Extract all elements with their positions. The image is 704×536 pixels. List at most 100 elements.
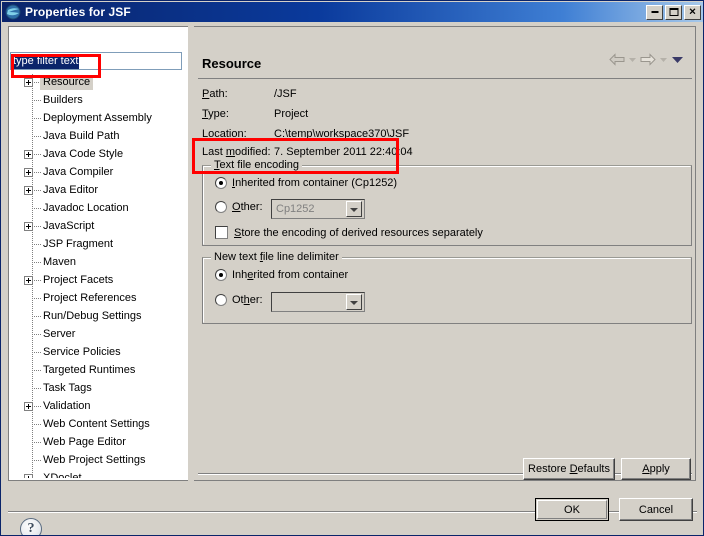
maximize-button[interactable] — [665, 4, 682, 20]
sidebar-item-web-page-editor[interactable]: Web Page Editor — [10, 434, 188, 452]
sidebar-item-label: Server — [43, 328, 76, 340]
sidebar-item-deployment-assembly[interactable]: Deployment Assembly — [10, 110, 188, 128]
tree-connector-line — [34, 316, 41, 317]
close-icon: ✕ — [688, 6, 697, 17]
text-file-encoding-group: Text file encoding Inherited from contai… — [202, 159, 692, 246]
sidebar-item-label: Resource — [40, 75, 94, 90]
radio-indicator — [215, 177, 227, 189]
sidebar-item-maven[interactable]: Maven — [10, 254, 188, 272]
sidebar-item-label: Web Content Settings — [43, 418, 150, 430]
ok-button[interactable]: OK — [535, 498, 609, 521]
tree-connector-line — [34, 244, 41, 245]
property-label-type: Type: — [202, 108, 229, 120]
help-button[interactable]: ? — [20, 518, 42, 535]
sidebar-item-label: Service Policies — [43, 346, 121, 358]
delimiter-other-radio[interactable]: Other: — [215, 294, 263, 306]
encoding-other-radio[interactable]: Other: — [215, 201, 263, 213]
expand-plus-icon[interactable] — [24, 78, 33, 87]
chevron-down-icon[interactable] — [346, 294, 362, 310]
eclipse-sphere-icon — [5, 4, 21, 20]
forward-arrow-icon[interactable] — [640, 53, 656, 66]
sidebar-item-java-compiler[interactable]: Java Compiler — [10, 164, 188, 182]
sidebar-item-service-policies[interactable]: Service Policies — [10, 344, 188, 362]
sidebar-item-java-code-style[interactable]: Java Code Style — [10, 146, 188, 164]
text-file-encoding-group-title: Text file encoding — [211, 159, 302, 171]
close-button[interactable]: ✕ — [684, 4, 701, 20]
sidebar-item-java-editor[interactable]: Java Editor — [10, 182, 188, 200]
expand-plus-icon[interactable] — [24, 402, 33, 411]
view-menu-caret-icon[interactable] — [671, 54, 684, 65]
delimiter-other-combo[interactable] — [271, 292, 365, 312]
expand-plus-icon[interactable] — [24, 222, 33, 231]
encoding-inherited-radio[interactable]: Inherited from container (Cp1252) — [215, 177, 397, 189]
expand-plus-icon[interactable] — [24, 168, 33, 177]
tree-connector-line — [34, 424, 41, 425]
expand-plus-icon[interactable] — [24, 186, 33, 195]
sidebar-item-label: Maven — [43, 256, 77, 268]
encoding-other-label: Other: — [232, 201, 263, 213]
delimiter-inherited-radio[interactable]: Inherited from container — [215, 269, 348, 281]
store-encoding-label: Store the encoding of derived resources … — [234, 226, 483, 239]
cancel-label: Cancel — [638, 503, 674, 516]
sidebar-item-targeted-runtimes[interactable]: Targeted Runtimes — [10, 362, 188, 380]
tree-connector-line — [34, 190, 41, 191]
back-arrow-icon[interactable] — [609, 53, 625, 66]
encoding-other-combo[interactable]: Cp1252 — [271, 199, 365, 219]
expand-plus-icon[interactable] — [24, 276, 33, 285]
sidebar-item-javadoc-location[interactable]: Javadoc Location — [10, 200, 188, 218]
sidebar-item-java-build-path[interactable]: Java Build Path — [10, 128, 188, 146]
forward-history-caret-icon[interactable] — [659, 55, 668, 64]
tree-connector-line — [34, 118, 41, 119]
sidebar-item-label: Task Tags — [43, 382, 92, 394]
sidebar-item-server[interactable]: Server — [10, 326, 188, 344]
filter-input[interactable]: type filter text — [10, 52, 182, 70]
delimiter-inherited-label: Inherited from container — [232, 269, 349, 281]
sidebar-item-web-project-settings[interactable]: Web Project Settings — [10, 452, 188, 470]
minimize-icon — [651, 11, 658, 13]
settings-tree[interactable]: Resource Builders Deployment Assembly Java … — [10, 74, 188, 478]
tree-connector-line — [34, 352, 41, 353]
sidebar-item-jsp-fragment[interactable]: JSP Fragment — [10, 236, 188, 254]
restore-defaults-label: Restore Defaults — [528, 463, 610, 475]
sidebar-item-run-debug-settings[interactable]: Run/Debug Settings — [10, 308, 188, 326]
delimiter-other-label: Other: — [232, 294, 263, 306]
cancel-button[interactable]: Cancel — [619, 498, 693, 521]
window-controls: ✕ — [646, 4, 701, 20]
sidebar-item-web-content-settings[interactable]: Web Content Settings — [10, 416, 188, 434]
tree-connector-line — [34, 172, 41, 173]
apply-button[interactable]: Apply — [621, 458, 691, 480]
sidebar-item-label: Java Code Style — [43, 148, 124, 160]
expand-plus-icon[interactable] — [24, 474, 33, 478]
chevron-down-icon[interactable] — [346, 201, 362, 217]
tree-connector-line — [34, 208, 41, 209]
sidebar-item-resource[interactable]: Resource — [10, 74, 188, 92]
encoding-inherited-label: Inherited from container (Cp1252) — [232, 177, 398, 189]
sidebar-item-xdoclet[interactable]: XDoclet — [10, 470, 188, 478]
expand-plus-icon[interactable] — [24, 150, 33, 159]
property-value-path: /JSF — [274, 88, 297, 100]
sidebar-item-project-facets[interactable]: Project Facets — [10, 272, 188, 290]
sidebar-item-javascript[interactable]: JavaScript — [10, 218, 188, 236]
sidebar-item-label: Web Project Settings — [43, 454, 146, 466]
sidebar-item-project-references[interactable]: Project References — [10, 290, 188, 308]
minimize-button[interactable] — [646, 4, 663, 20]
sidebar-item-validation[interactable]: Validation — [10, 398, 188, 416]
sidebar-item-label: Web Page Editor — [43, 436, 126, 448]
filter-input-value: type filter text — [12, 53, 80, 69]
sidebar-item-label: Run/Debug Settings — [43, 310, 142, 322]
title-bar[interactable]: Properties for JSF ✕ — [2, 2, 703, 22]
sidebar-item-label: Project Facets — [43, 274, 114, 286]
tree-connector-line — [34, 370, 41, 371]
sidebar-item-label: Javadoc Location — [43, 202, 129, 214]
sidebar-item-builders[interactable]: Builders — [10, 92, 188, 110]
back-history-caret-icon[interactable] — [628, 55, 637, 64]
restore-defaults-button[interactable]: Restore Defaults — [523, 458, 615, 480]
page-header: Resource — [202, 50, 690, 76]
store-encoding-checkbox[interactable]: Store the encoding of derived resources … — [215, 226, 483, 239]
page-header-divider — [198, 78, 692, 79]
radio-indicator — [215, 201, 227, 213]
sidebar-item-task-tags[interactable]: Task Tags — [10, 380, 188, 398]
tree-connector-line — [34, 226, 41, 227]
tree-connector-line — [34, 460, 41, 461]
sidebar-item-label: Java Build Path — [43, 130, 120, 142]
